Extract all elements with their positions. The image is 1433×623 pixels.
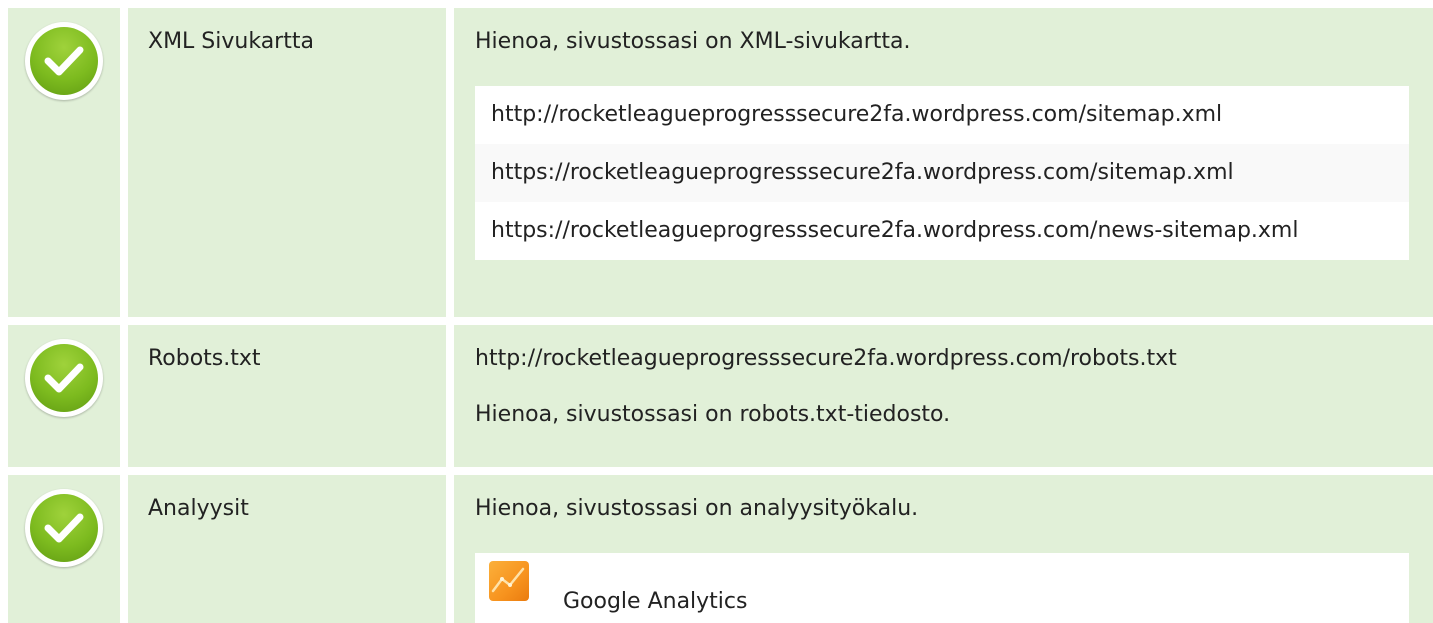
check-message: Hienoa, sivustossasi on analyysityökalu.	[475, 496, 919, 521]
sitemap-url[interactable]: https://rocketleagueprogresssecure2fa.wo…	[475, 202, 1409, 260]
sitemap-url[interactable]: https://rocketleagueprogresssecure2fa.wo…	[475, 144, 1409, 202]
analytics-tool-item: Google Analytics	[475, 553, 1409, 623]
check-circle-icon	[25, 22, 103, 100]
check-name: XML Sivukartta	[128, 8, 446, 317]
status-cell	[8, 325, 120, 467]
check-name: Robots.txt	[128, 325, 446, 467]
sitemap-url-list: http://rocketleagueprogresssecure2fa.wor…	[475, 86, 1409, 260]
check-detail: Hienoa, sivustossasi on analyysityökalu.…	[454, 475, 1433, 623]
check-name: Analyysit	[128, 475, 446, 623]
report-row-analytics: Analyysit Hienoa, sivustossasi on analyy…	[0, 475, 1433, 623]
report-row-sitemap: XML Sivukartta Hienoa, sivustossasi on X…	[0, 8, 1433, 317]
check-detail: http://rocketleagueprogresssecure2fa.wor…	[454, 325, 1433, 467]
robots-url[interactable]: http://rocketleagueprogresssecure2fa.wor…	[475, 344, 1409, 374]
status-cell	[8, 475, 120, 623]
check-circle-icon	[25, 339, 103, 417]
analytics-tool-name: Google Analytics	[563, 589, 748, 614]
check-message: Hienoa, sivustossasi on XML-sivukartta.	[475, 29, 911, 54]
status-cell	[8, 8, 120, 317]
seo-report: XML Sivukartta Hienoa, sivustossasi on X…	[0, 0, 1433, 623]
sitemap-url[interactable]: http://rocketleagueprogresssecure2fa.wor…	[475, 86, 1409, 144]
check-circle-icon	[25, 489, 103, 567]
report-row-robots: Robots.txt http://rocketleagueprogressse…	[0, 325, 1433, 467]
check-message: Hienoa, sivustossasi on robots.txt-tiedo…	[475, 402, 951, 427]
google-analytics-icon	[489, 561, 529, 601]
check-detail: Hienoa, sivustossasi on XML-sivukartta. …	[454, 8, 1433, 317]
